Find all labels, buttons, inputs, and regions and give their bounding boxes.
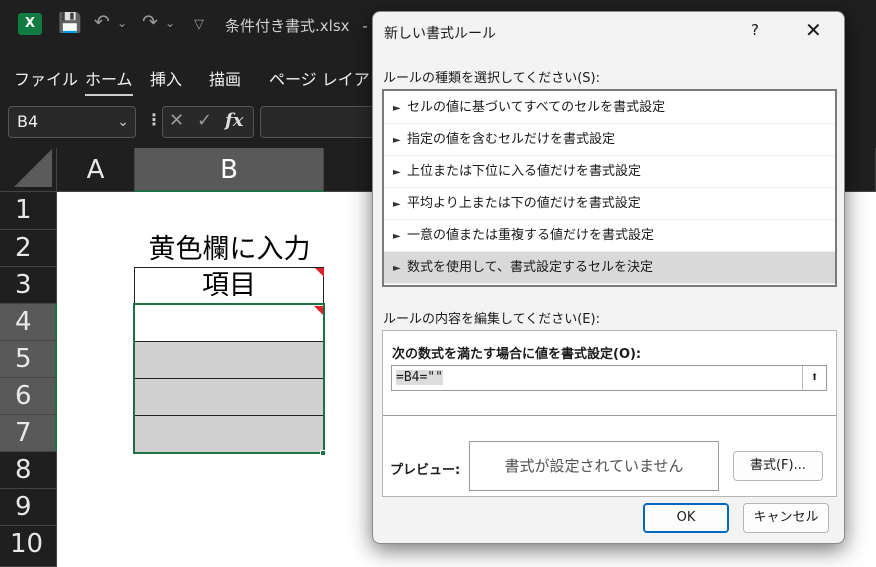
format-button[interactable]: 書式(F)...: [733, 451, 823, 481]
rule-type-item[interactable]: ► 指定の値を含むセルだけを書式設定: [384, 124, 835, 156]
fill-handle[interactable]: [320, 450, 326, 456]
formula-buttons: ✕ ✓ fx: [162, 106, 254, 138]
column-header-b[interactable]: B: [135, 148, 324, 192]
save-icon[interactable]: 💾: [58, 11, 82, 34]
cell-b3-text: 項目: [202, 270, 256, 301]
rule-type-list: ► セルの値に基づいてすべてのセルを書式設定 ► 指定の値を含むセルだけを書式設定 …: [382, 89, 837, 287]
rule-type-label-text: 指定の値を含むセルだけを書式設定: [407, 132, 616, 147]
divider: [383, 415, 836, 416]
edit-rule-label: ルールの内容を編集してください(E):: [383, 312, 600, 327]
more-options-icon[interactable]: ⋮: [146, 110, 162, 129]
preview-box: 書式が設定されていません: [469, 441, 719, 491]
arrow-right-icon: ►: [393, 231, 401, 242]
excel-window: X 💾 ↶ ⌄ ↷ ⌄ ▽ 条件付き書式.xlsx - ファイル ホーム 挿入 …: [0, 0, 876, 567]
redo-icon[interactable]: ↷: [142, 11, 158, 33]
cancel-icon[interactable]: ✕: [169, 110, 184, 131]
cell-b3[interactable]: 項目: [134, 267, 324, 304]
row-header-7[interactable]: 7: [0, 415, 57, 452]
rule-type-item[interactable]: ► 一意の値または重複する値だけを書式設定: [384, 220, 835, 252]
arrow-right-icon: ►: [393, 135, 401, 146]
row-header-3[interactable]: 3: [0, 267, 57, 304]
select-all-triangle-icon: [14, 149, 52, 187]
rule-type-item[interactable]: ► 上位または下位に入る値だけを書式設定: [384, 156, 835, 188]
cell-b2[interactable]: 黄色欄に入力: [135, 232, 324, 268]
rule-type-label-text: 一意の値または重複する値だけを書式設定: [407, 228, 655, 243]
arrow-right-icon: ►: [393, 263, 401, 274]
name-box[interactable]: B4 ⌄: [8, 106, 136, 138]
row-header-5[interactable]: 5: [0, 341, 57, 378]
row-header-9[interactable]: 9: [0, 489, 57, 526]
rule-type-item[interactable]: ► セルの値に基づいてすべてのセルを書式設定: [384, 92, 835, 124]
rule-type-label-text: セルの値に基づいてすべてのセルを書式設定: [407, 100, 666, 115]
undo-dropdown-icon[interactable]: ⌄: [117, 16, 127, 30]
collapse-dialog-icon[interactable]: ⬆: [802, 366, 826, 390]
row-header-10[interactable]: 10: [0, 526, 57, 567]
name-box-value: B4: [17, 112, 39, 131]
formula-label: 次の数式を満たす場合に値を書式設定(O):: [392, 347, 642, 362]
window-title: 条件付き書式.xlsx -: [225, 15, 368, 36]
cancel-button[interactable]: キャンセル: [743, 503, 829, 533]
row-header-4[interactable]: 4: [0, 304, 57, 341]
formula-input[interactable]: [260, 106, 390, 138]
rule-type-label-text: 数式を使用して、書式設定するセルを決定: [407, 260, 653, 275]
ok-button[interactable]: OK: [643, 503, 729, 533]
row-header-8[interactable]: 8: [0, 452, 57, 489]
chevron-down-icon[interactable]: ⌄: [117, 107, 129, 137]
tab-insert[interactable]: 挿入: [150, 66, 182, 90]
select-all-button[interactable]: [0, 148, 57, 192]
help-button[interactable]: ?: [751, 21, 759, 39]
rule-type-item-selected[interactable]: ► 数式を使用して、書式設定するセルを決定: [384, 252, 835, 284]
comment-indicator-icon[interactable]: [315, 268, 324, 277]
arrow-right-icon: ►: [393, 167, 401, 178]
rule-type-label-text: 上位または下位に入る値だけを書式設定: [407, 164, 642, 179]
preview-label: プレビュー:: [390, 463, 461, 478]
row-header-1[interactable]: 1: [0, 192, 57, 230]
excel-logo-icon: X: [18, 13, 42, 35]
redo-dropdown-icon[interactable]: ⌄: [165, 16, 175, 30]
dialog-title: 新しい書式ルール: [384, 26, 496, 42]
formula-field[interactable]: =B4="" ⬆: [391, 365, 827, 391]
enter-icon[interactable]: ✓: [197, 110, 212, 131]
insert-function-icon[interactable]: fx: [225, 110, 243, 131]
rule-type-item[interactable]: ► 平均より上または下の値だけを書式設定: [384, 188, 835, 220]
rule-type-label: ルールの種類を選択してください(S):: [383, 71, 600, 86]
undo-icon[interactable]: ↶: [94, 11, 110, 33]
arrow-right-icon: ►: [393, 103, 401, 114]
rule-type-label-text: 平均より上または下の値だけを書式設定: [407, 196, 641, 211]
formula-value: =B4="": [396, 370, 443, 385]
customize-qat-icon[interactable]: ▽: [194, 17, 204, 32]
row-header-2[interactable]: 2: [0, 230, 57, 267]
close-button[interactable]: ✕: [805, 18, 822, 42]
tab-draw[interactable]: 描画: [209, 66, 241, 90]
tab-file[interactable]: ファイル: [14, 66, 78, 90]
title-separator: -: [362, 17, 368, 35]
tab-home[interactable]: ホーム: [85, 66, 133, 97]
row-header-6[interactable]: 6: [0, 378, 57, 415]
file-name: 条件付き書式.xlsx: [225, 17, 350, 35]
arrow-right-icon: ►: [393, 199, 401, 210]
rule-description-panel: 次の数式を満たす場合に値を書式設定(O): =B4="" ⬆ プレビュー: 書式…: [382, 330, 837, 497]
selection-range: [133, 303, 325, 454]
column-header-a[interactable]: A: [57, 148, 135, 192]
new-formatting-rule-dialog: 新しい書式ルール ? ✕ ルールの種類を選択してください(S): ► セルの値に基…: [372, 11, 845, 544]
